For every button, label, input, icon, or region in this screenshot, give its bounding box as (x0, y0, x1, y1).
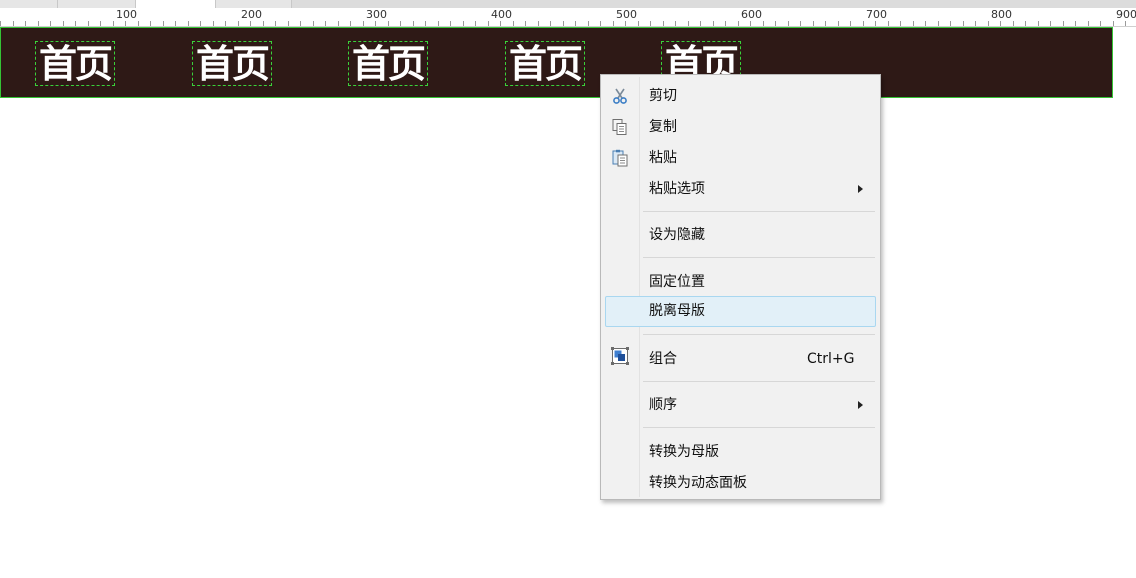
document-tab-active[interactable] (136, 0, 216, 8)
menu-item-label: 脱离母版 (649, 303, 705, 319)
menu-item-detach-master[interactable]: 脱离母版 (605, 296, 876, 327)
ruler-label: 100 (116, 8, 137, 21)
ruler-ticks (0, 21, 1126, 26)
document-tab[interactable] (216, 0, 292, 8)
menu-separator (643, 334, 875, 335)
menu-item-label: 顺序 (649, 397, 677, 413)
context-menu: 剪切 复制 粘贴 粘贴选项 设为隐藏 固定位置 脱离母版 组合 Ctrl+G 顺… (600, 74, 881, 500)
menu-item-convert-to-master[interactable]: 转换为母版 (603, 437, 878, 467)
menu-item-cut[interactable]: 剪切 (603, 81, 878, 111)
ruler-label: 500 (616, 8, 637, 21)
menu-item-copy[interactable]: 复制 (603, 112, 878, 142)
document-tab-strip (0, 0, 1136, 8)
ruler-label: 900 (1116, 8, 1136, 21)
nav-item-home[interactable]: 首页 (348, 41, 428, 86)
menu-item-label: 固定位置 (649, 274, 705, 290)
menu-separator (643, 257, 875, 258)
ruler-label: 700 (866, 8, 887, 21)
menu-item-label: 复制 (649, 119, 677, 135)
menu-item-order[interactable]: 顺序 (603, 390, 878, 420)
menu-separator (643, 427, 875, 428)
ruler-label: 600 (741, 8, 762, 21)
menu-item-set-hidden[interactable]: 设为隐藏 (603, 220, 878, 250)
scissors-icon (613, 88, 627, 104)
menu-separator (643, 381, 875, 382)
document-tab[interactable] (0, 0, 58, 8)
menu-item-label: 组合 (649, 351, 677, 367)
submenu-arrow-icon (858, 185, 863, 193)
menu-item-paste-options[interactable]: 粘贴选项 (603, 174, 878, 204)
ruler-label: 800 (991, 8, 1012, 21)
menu-item-convert-to-dynamic-panel[interactable]: 转换为动态面板 (603, 468, 878, 498)
nav-item-home[interactable]: 首页 (192, 41, 272, 86)
document-tab[interactable] (58, 0, 136, 8)
nav-item-home[interactable]: 首页 (505, 41, 585, 86)
menu-item-label: 粘贴选项 (649, 181, 705, 197)
ruler-label: 400 (491, 8, 512, 21)
ruler-label: 200 (241, 8, 262, 21)
horizontal-ruler: 100 200 300 400 500 600 700 800 900 (0, 8, 1136, 27)
ruler-label: 300 (366, 8, 387, 21)
menu-item-group[interactable]: 组合 Ctrl+G (603, 344, 878, 374)
menu-item-label: 剪切 (649, 88, 677, 104)
menu-item-label: 转换为动态面板 (649, 475, 747, 491)
menu-item-fix-position[interactable]: 固定位置 (603, 267, 878, 297)
group-icon (611, 347, 629, 365)
menu-item-paste[interactable]: 粘贴 (603, 143, 878, 173)
copy-icon (612, 119, 627, 135)
submenu-arrow-icon (858, 401, 863, 409)
menu-separator (643, 211, 875, 212)
menu-item-shortcut: Ctrl+G (807, 351, 855, 367)
nav-item-home[interactable]: 首页 (35, 41, 115, 86)
navbar-widget[interactable]: 首页 首页 首页 首页 首页 (0, 27, 1113, 98)
menu-item-label: 转换为母版 (649, 444, 719, 460)
menu-item-label: 粘贴 (649, 150, 677, 166)
menu-item-label: 设为隐藏 (649, 227, 705, 243)
paste-icon (612, 149, 628, 167)
